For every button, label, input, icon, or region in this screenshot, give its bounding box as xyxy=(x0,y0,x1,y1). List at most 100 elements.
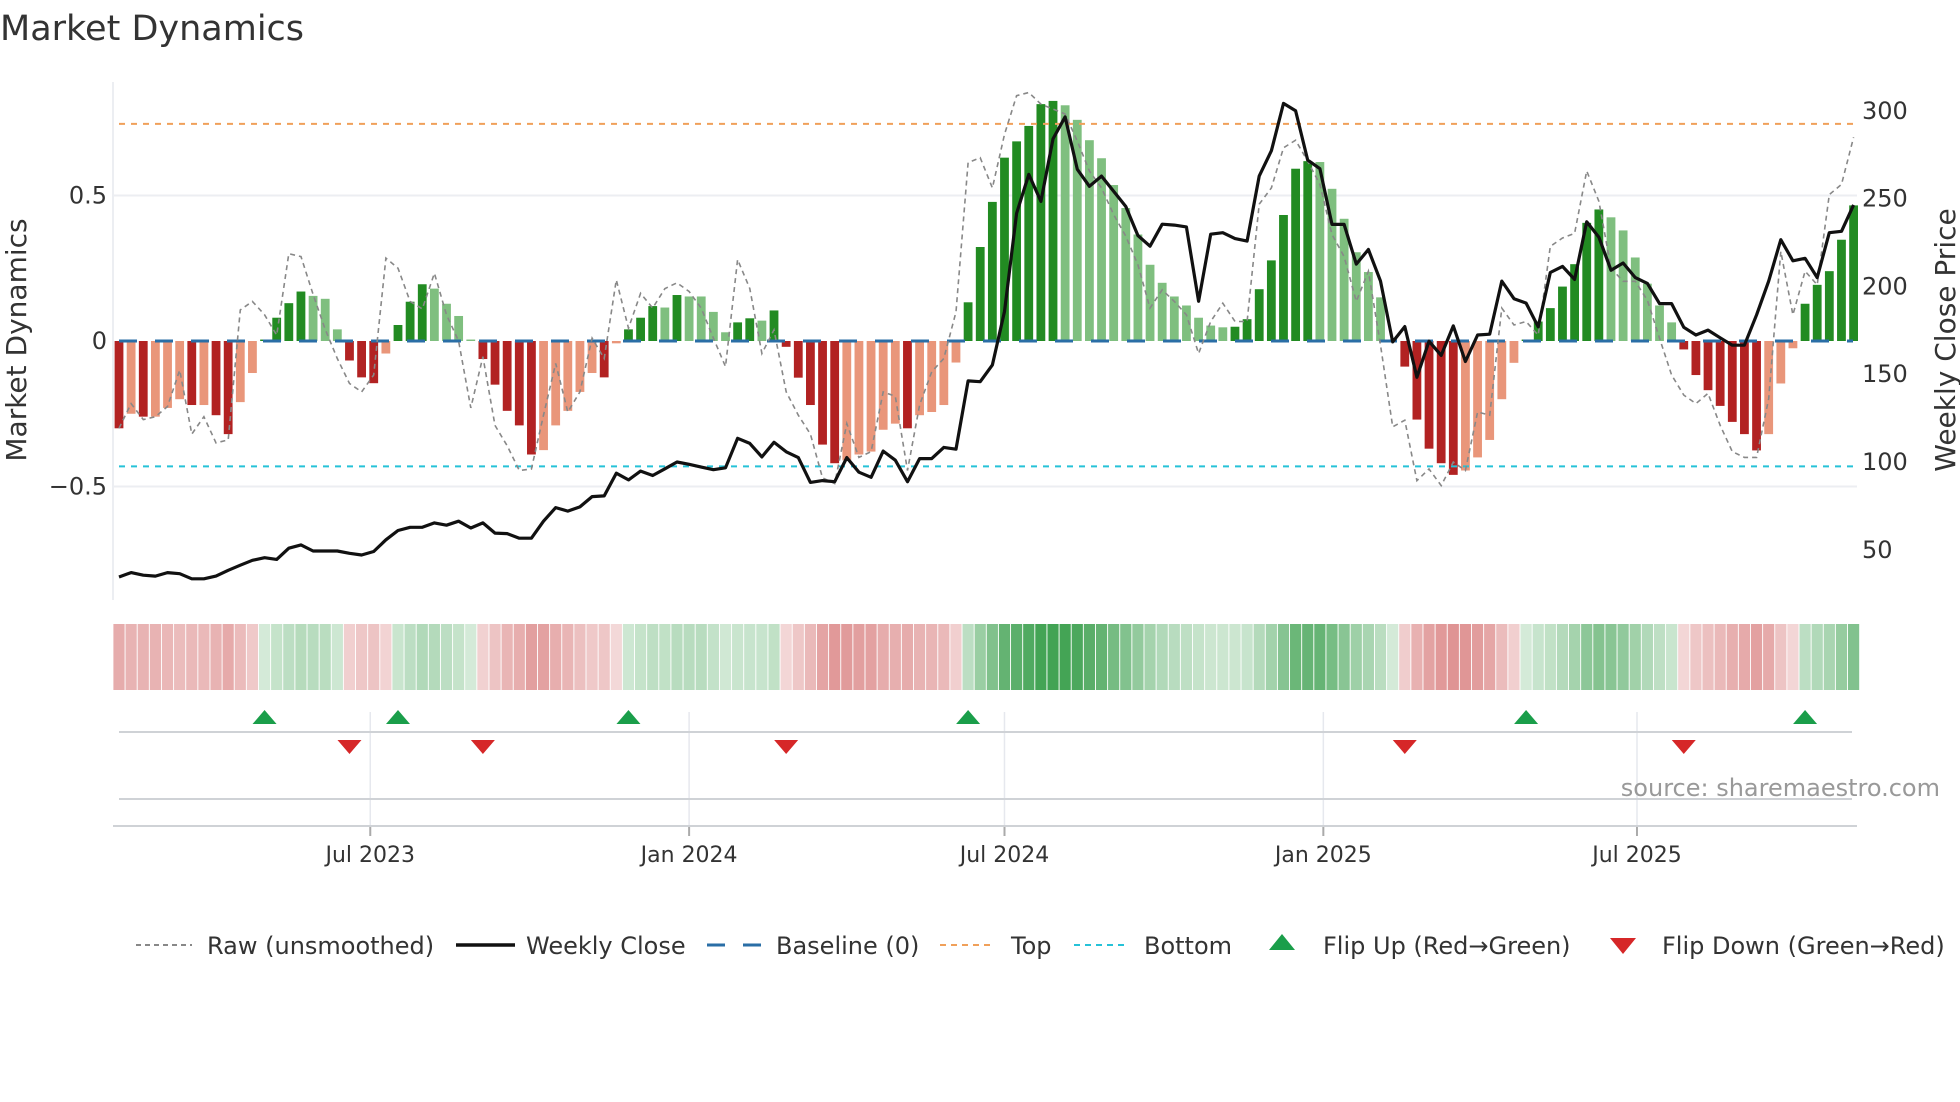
histogram-bar xyxy=(429,288,439,341)
histogram-bar xyxy=(611,341,621,344)
histogram-bar xyxy=(272,317,282,341)
heat-strip-cell xyxy=(1678,624,1690,690)
heat-strip-cell xyxy=(453,624,465,690)
heat-strip-cell xyxy=(1023,624,1035,690)
heat-strip-cell xyxy=(1471,624,1484,690)
legend-bottom-label: Bottom xyxy=(1144,932,1232,960)
heat-strip-cell xyxy=(1593,624,1605,690)
histogram-bar xyxy=(1303,161,1313,341)
heat-strip-cell xyxy=(659,624,671,690)
heat-strip-cell xyxy=(1447,624,1459,690)
heat-strip-cell xyxy=(1775,624,1787,690)
heat-strip-cell xyxy=(1059,624,1071,690)
histogram-bar xyxy=(1230,326,1240,341)
histogram-bar xyxy=(551,341,561,426)
heat-strip-cell xyxy=(404,624,416,690)
histogram-bar xyxy=(1812,284,1822,341)
flip-up-marker xyxy=(252,710,277,724)
histogram-bar xyxy=(757,320,767,341)
histogram-bar xyxy=(890,341,900,424)
heat-strip-cell xyxy=(1653,624,1666,690)
chart-title: Market Dynamics xyxy=(0,9,304,49)
histogram-bar xyxy=(1558,286,1567,341)
histogram-bar xyxy=(1630,257,1640,341)
histogram-bar xyxy=(138,341,148,417)
heat-strip-cell xyxy=(1229,624,1241,690)
heat-strip-cell xyxy=(1702,624,1714,690)
heat-strip-cell xyxy=(986,624,998,690)
heat-strip-cell xyxy=(1799,624,1811,690)
heat-strip-cell xyxy=(331,624,343,690)
histogram-bar xyxy=(1036,104,1046,341)
flip-up-marker xyxy=(1793,710,1818,724)
heat-strip-cell xyxy=(998,624,1011,690)
heat-strip-cell xyxy=(234,624,246,690)
heat-strip-cell xyxy=(1532,624,1544,690)
histogram-bar xyxy=(393,324,403,341)
histogram-bar xyxy=(405,301,415,341)
legend-baseline-label: Baseline (0) xyxy=(776,932,919,960)
histogram-bar xyxy=(284,303,294,341)
histogram-bar xyxy=(357,341,366,378)
heat-strip-cell xyxy=(1011,624,1023,690)
x-tick-label: Jul 2025 xyxy=(1590,843,1682,868)
flip-up-marker xyxy=(616,710,641,724)
histogram-bar xyxy=(1824,271,1834,341)
heat-strip-cell xyxy=(356,624,368,690)
histogram-bar xyxy=(1097,158,1106,341)
heat-strip-cell xyxy=(1399,624,1411,690)
heat-strip-cell xyxy=(622,624,635,690)
histogram-bar xyxy=(1363,272,1373,341)
histogram-bar xyxy=(175,341,185,400)
heat-strip-cell xyxy=(198,624,210,690)
heat-strip-cell xyxy=(829,624,841,690)
histogram-bar xyxy=(466,339,476,341)
heat-strip-cell xyxy=(1265,624,1277,690)
histogram-bar xyxy=(793,341,803,378)
heat-strip-cell xyxy=(1641,624,1653,690)
heat-strip-cell xyxy=(841,624,853,690)
raw-line xyxy=(118,91,1855,488)
x-tick-label: Jan 2025 xyxy=(1273,843,1372,868)
histogram-bar xyxy=(927,341,937,413)
heat-strip-cell xyxy=(634,624,647,690)
heat-strip-cell xyxy=(1156,624,1168,690)
y-tick-label-left: 0.5 xyxy=(69,181,107,209)
histogram-bar xyxy=(417,284,427,341)
histogram-bar xyxy=(866,341,876,452)
histogram-bar xyxy=(769,310,779,341)
heat-strip-cell xyxy=(1314,624,1326,690)
flip-down-marker xyxy=(470,740,495,754)
legend-flip-down-icon xyxy=(1610,938,1636,954)
heat-strip-cell xyxy=(647,624,659,690)
histogram-bar xyxy=(1194,317,1203,341)
series-lines xyxy=(118,91,1856,581)
heat-strip-cell xyxy=(610,624,622,690)
histogram-bar xyxy=(963,302,973,341)
heat-strip-cell xyxy=(574,624,586,690)
flip-up-marker xyxy=(956,710,981,724)
histogram-bar xyxy=(903,341,912,429)
histogram-bar xyxy=(454,315,464,341)
histogram-bar xyxy=(684,296,694,341)
y-axis-label-right: Weekly Close Price xyxy=(1929,208,1960,471)
heat-strip-cell xyxy=(1556,624,1569,690)
heat-strip-cell xyxy=(1763,624,1775,690)
histogram-bar xyxy=(527,341,536,455)
heat-strip-cell xyxy=(562,624,574,690)
histogram-bar xyxy=(1060,105,1070,341)
histogram-bar xyxy=(248,341,257,374)
histogram-bar xyxy=(223,341,233,435)
y-tick-label-right: 50 xyxy=(1862,536,1893,564)
histogram-bar xyxy=(1849,205,1858,341)
heat-strip-cell xyxy=(550,624,562,690)
heat-strip-cell xyxy=(537,624,550,690)
histogram-bar xyxy=(745,318,755,341)
histogram-bar xyxy=(1412,341,1422,420)
histogram-bar xyxy=(1727,341,1737,422)
heat-strip-cell xyxy=(1435,624,1447,690)
histogram-bar xyxy=(1242,319,1252,341)
heat-strip-cell xyxy=(149,624,161,690)
histogram-bar xyxy=(1254,289,1264,341)
heat-strip-cell xyxy=(1387,624,1399,690)
